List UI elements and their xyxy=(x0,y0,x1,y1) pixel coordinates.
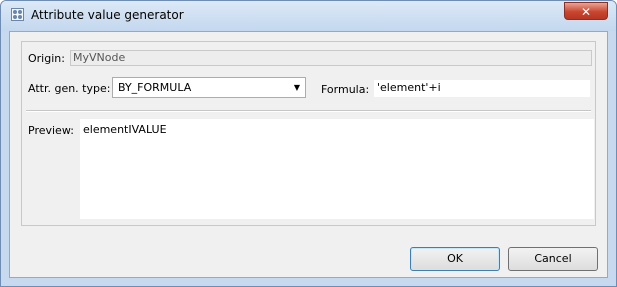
ok-button[interactable]: OK xyxy=(410,247,500,271)
origin-field: MyVNode xyxy=(70,50,592,66)
preview-label: Preview: xyxy=(28,124,74,137)
dialog-content: Origin: MyVNode Attr. gen. type: BY_FORM… xyxy=(9,31,608,278)
chevron-down-icon[interactable]: ▼ xyxy=(294,83,300,92)
preview-area[interactable]: elementIVALUE xyxy=(80,119,594,219)
origin-label: Origin: xyxy=(28,52,65,65)
separator xyxy=(26,110,591,112)
title-bar[interactable]: Attribute value generator ✕ xyxy=(1,1,616,31)
formula-label: Formula: xyxy=(321,83,370,96)
close-button[interactable]: ✕ xyxy=(564,2,608,20)
attr-gen-type-select[interactable]: BY_FORMULA ▼ xyxy=(112,77,306,98)
dialog-window: Attribute value generator ✕ Origin: MyVN… xyxy=(0,0,617,287)
formula-input[interactable]: 'element'+i xyxy=(374,80,590,97)
app-icon xyxy=(11,8,24,21)
generator-panel: Origin: MyVNode Attr. gen. type: BY_FORM… xyxy=(21,41,596,226)
cancel-button[interactable]: Cancel xyxy=(508,247,598,271)
attr-gen-type-value: BY_FORMULA xyxy=(118,81,192,94)
close-icon: ✕ xyxy=(580,5,592,19)
attr-gen-type-label: Attr. gen. type: xyxy=(28,82,111,95)
window-title: Attribute value generator xyxy=(31,8,184,22)
